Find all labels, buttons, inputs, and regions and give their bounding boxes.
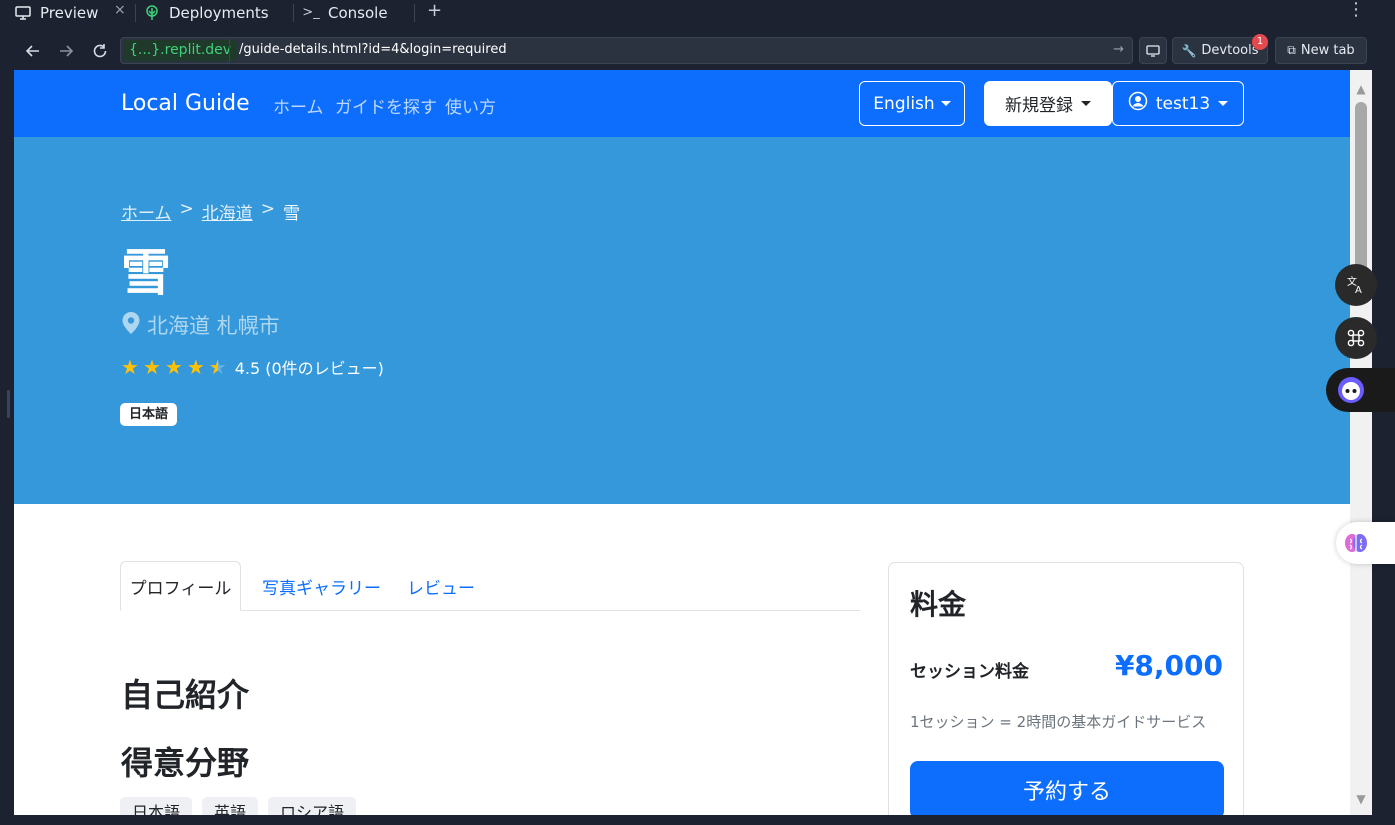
brain-icon [1345,534,1367,552]
url-path: /guide-details.html?id=4&login=required [239,42,507,57]
star-full-icon: ★ [142,355,161,379]
star-full-icon: ★ [121,355,139,379]
nav-link-how-to[interactable]: 使い方 [445,93,496,118]
star-full-icon: ★ [164,355,183,379]
site-brand[interactable]: Local Guide [121,91,250,116]
guide-rating: ★ ★ ★ ★ ★ 4.5 (0件のレビュー) [121,355,384,379]
svg-text:A: A [1355,285,1362,295]
chevron-down-icon [1081,101,1091,106]
location-text: 北海道 札幌市 [147,314,280,338]
page-scrollbar[interactable]: ▲ ▼ [1350,70,1372,815]
tab-label: Preview [40,3,99,22]
tab-profile[interactable]: プロフィール [120,561,241,611]
guide-location: 北海道 札幌市 [121,310,280,340]
breadcrumb-separator: > [179,199,194,219]
register-dropdown[interactable]: 新規登録 [984,81,1112,126]
tab-label: Deployments [169,3,269,22]
devtools-notification-badge: 1 [1252,34,1268,50]
register-label: 新規登録 [1005,96,1073,116]
translate-icon[interactable]: 文A [1335,264,1377,306]
tab-divider [135,4,136,22]
device-preview-button[interactable] [1139,37,1167,64]
monitor-icon [14,4,32,22]
new-tab-label: New tab [1300,43,1355,58]
new-tab-button[interactable]: ⧉ New tab [1275,37,1367,64]
deploy-tree-icon [143,4,161,22]
chevron-down-icon [940,101,951,106]
book-button[interactable]: 予約する [910,761,1224,815]
scroll-down-arrow-icon[interactable]: ▼ [1354,792,1368,806]
breadcrumb: ホーム > 北海道 > 雪 [121,199,300,224]
url-divider [229,39,230,62]
brain-extension-widget[interactable] [1336,522,1395,564]
session-fee-label: セッション料金 [910,662,1029,682]
rating-text: 4.5 (0件のレビュー) [234,359,384,378]
nav-link-home[interactable]: ホーム [273,93,324,118]
site-navbar: Local Guide ホーム ガイドを探す 使い方 English 新規登録 … [14,70,1350,137]
url-field[interactable]: {...}.replit.dev /guide-details.html?id=… [120,37,1133,64]
username-label: test13 [1155,93,1211,114]
wrench-icon: 🔧 [1181,43,1197,58]
robot-face-icon [1338,377,1364,403]
breadcrumb-current: 雪 [283,204,300,224]
close-icon[interactable]: × [114,2,126,18]
pricing-card: 料金 セッション料金 ¥8,000 1セッション = 2時間の基本ガイドサービス… [888,562,1244,815]
pricing-title: 料金 [910,588,967,621]
user-menu-dropdown[interactable]: test13 [1112,81,1244,126]
assistant-widget[interactable] [1326,368,1395,412]
nav-link-find-guides[interactable]: ガイドを探す [335,93,437,118]
external-link-icon: ⧉ [1287,43,1296,57]
workspace-tab-strip: Preview × Deployments >_ Console + ⋮ [0,0,1395,33]
terminal-icon: >_ [302,5,320,20]
screen-icon [1146,44,1160,57]
breadcrumb-separator: > [260,199,275,219]
session-note: 1セッション = 2時間の基本ガイドサービス [910,713,1207,731]
profile-tabs: プロフィール 写真ギャラリー レビュー [120,561,860,611]
more-options-icon[interactable]: ⋮ [1347,0,1365,20]
specialty-tag: ロシア語 [268,797,357,815]
back-arrow-icon[interactable] [22,40,44,62]
star-full-icon: ★ [186,355,205,379]
resize-handle[interactable] [7,390,10,418]
session-fee-value: ¥8,000 [1114,649,1223,682]
command-icon[interactable] [1335,317,1377,359]
devtools-label: Devtools [1201,43,1259,58]
specialty-heading: 得意分野 [121,744,250,782]
reload-icon[interactable] [89,40,111,62]
breadcrumb-region[interactable]: 北海道 [202,199,253,224]
tab-photo-gallery[interactable]: 写真ギャラリー [262,561,381,611]
scroll-up-arrow-icon[interactable]: ▲ [1354,82,1368,96]
tab-label: Console [328,3,388,22]
url-domain: {...}.replit.dev [123,40,238,61]
guide-hero: ホーム > 北海道 > 雪 雪 北海道 札幌市 ★ ★ ★ ★ ★ 4.5 (0… [14,137,1350,504]
chevron-down-icon [1218,101,1229,106]
tab-console[interactable]: >_ Console [302,0,388,25]
specialty-tag: 英語 [202,797,259,815]
forward-arrow-icon[interactable] [55,40,77,62]
language-label: English [873,93,935,114]
address-bar: {...}.replit.dev /guide-details.html?id=… [14,33,1382,69]
tab-deployments[interactable]: Deployments [143,0,269,25]
go-arrow-icon[interactable]: → [1113,42,1124,57]
intro-heading: 自己紹介 [121,676,250,714]
breadcrumb-home[interactable]: ホーム [121,199,172,224]
tab-divider [414,4,415,22]
add-tab-button[interactable]: + [427,0,442,21]
specialty-tags: 日本語 英語 ロシア語 [120,797,357,815]
guide-name: 雪 [121,244,171,302]
preview-viewport: Local Guide ホーム ガイドを探す 使い方 English 新規登録 … [14,70,1350,815]
language-dropdown[interactable]: English [859,81,965,126]
tab-divider [293,4,294,22]
specialty-tag: 日本語 [120,797,193,815]
map-pin-icon [121,311,141,340]
user-circle-icon [1128,91,1148,116]
language-badge: 日本語 [120,403,178,426]
star-half-icon: ★ [208,355,227,379]
tab-reviews[interactable]: レビュー [407,561,475,611]
